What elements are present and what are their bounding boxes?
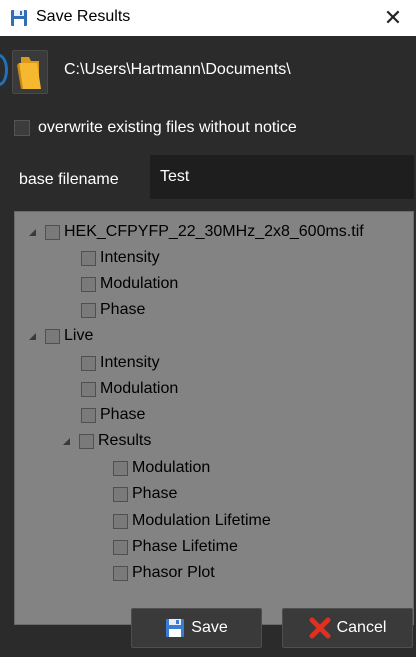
tree-node-results-phase[interactable]: Phase bbox=[113, 483, 177, 505]
window-title: Save Results bbox=[36, 8, 131, 25]
tree-checkbox[interactable] bbox=[113, 513, 128, 529]
tree-node-label: Phase bbox=[100, 301, 146, 318]
expand-triangle-icon[interactable] bbox=[25, 329, 39, 343]
tree-checkbox[interactable] bbox=[45, 224, 60, 240]
tree-node-label: Phasor Plot bbox=[132, 564, 215, 581]
tree-node-label: Live bbox=[64, 327, 94, 344]
expand-triangle-icon[interactable] bbox=[59, 434, 73, 448]
cancel-button-label: Cancel bbox=[336, 619, 387, 636]
tree-node-file-modulation[interactable]: Modulation bbox=[81, 273, 178, 295]
tree-node-results-modulation[interactable]: Modulation bbox=[113, 457, 210, 479]
tree-node-label: Phase bbox=[132, 485, 178, 502]
overwrite-label: overwrite existing files without notice bbox=[38, 119, 297, 136]
tree-checkbox[interactable] bbox=[81, 250, 96, 266]
tree-node-label: HEK_CFPYFP_22_30MHz_2x8_600ms.tif bbox=[64, 223, 364, 240]
tree-node-label: Modulation bbox=[132, 459, 211, 476]
tree-node-label: Modulation Lifetime bbox=[132, 512, 271, 529]
tree-node-results-phasor-plot[interactable]: Phasor Plot bbox=[113, 562, 215, 584]
tree-node-live-intensity[interactable]: Intensity bbox=[81, 352, 160, 374]
tree-checkbox[interactable] bbox=[113, 539, 128, 555]
tree-node-label: Phase bbox=[100, 406, 146, 423]
tree-node-results-phase-lifetime[interactable]: Phase Lifetime bbox=[113, 536, 238, 558]
tree-checkbox[interactable] bbox=[81, 355, 96, 371]
base-filename-label: base filename bbox=[19, 171, 119, 188]
cancel-button[interactable]: Cancel bbox=[282, 608, 413, 648]
overwrite-option[interactable]: overwrite existing files without notice bbox=[14, 118, 297, 138]
tree-node-label: Intensity bbox=[100, 354, 160, 371]
tree-checkbox[interactable] bbox=[81, 276, 96, 292]
expand-triangle-icon[interactable] bbox=[25, 225, 39, 239]
tree-node-label: Modulation bbox=[100, 275, 179, 292]
tree-node-label: Modulation bbox=[100, 380, 179, 397]
save-button-label: Save bbox=[191, 619, 228, 636]
tree-checkbox[interactable] bbox=[81, 381, 96, 397]
tree-node-results[interactable]: Results bbox=[59, 430, 151, 452]
save-disk-icon bbox=[165, 618, 185, 638]
cancel-x-icon bbox=[309, 617, 331, 639]
folder-icon bbox=[17, 57, 41, 89]
tree-node-live-modulation[interactable]: Modulation bbox=[81, 378, 178, 400]
dialog-body: C:\Users\Hartmann\Documents\ overwrite e… bbox=[0, 36, 416, 657]
path-display: C:\Users\Hartmann\Documents\ bbox=[64, 61, 291, 78]
tree-checkbox[interactable] bbox=[113, 486, 128, 502]
tree-node-label: Intensity bbox=[100, 249, 160, 266]
tree-node-live[interactable]: Live bbox=[25, 325, 93, 347]
tree-node-file-phase[interactable]: Phase bbox=[81, 299, 145, 321]
tree-checkbox[interactable] bbox=[81, 407, 96, 423]
tree-checkbox[interactable] bbox=[79, 433, 94, 449]
title-bar: Save Results ✕ bbox=[0, 0, 416, 36]
tree-node-file-intensity[interactable]: Intensity bbox=[81, 247, 160, 269]
browse-folder-button[interactable] bbox=[12, 50, 48, 94]
tree-node-file[interactable]: HEK_CFPYFP_22_30MHz_2x8_600ms.tif bbox=[25, 221, 364, 243]
close-button[interactable]: ✕ bbox=[370, 0, 416, 36]
edge-arc-icon bbox=[0, 54, 8, 86]
save-button[interactable]: Save bbox=[131, 608, 262, 648]
tree-checkbox[interactable] bbox=[81, 302, 96, 318]
tree-checkbox[interactable] bbox=[45, 328, 60, 344]
tree-checkbox[interactable] bbox=[113, 565, 128, 581]
tree-node-results-modulation-lifetime[interactable]: Modulation Lifetime bbox=[113, 510, 271, 532]
close-icon: ✕ bbox=[383, 5, 403, 31]
overwrite-checkbox[interactable] bbox=[14, 120, 30, 136]
tree-node-label: Results bbox=[98, 432, 152, 449]
save-disk-icon bbox=[10, 9, 28, 27]
results-tree[interactable]: HEK_CFPYFP_22_30MHz_2x8_600ms.tif Intens… bbox=[14, 211, 414, 625]
tree-node-label: Phase Lifetime bbox=[132, 538, 238, 555]
tree-node-live-phase[interactable]: Phase bbox=[81, 404, 145, 426]
tree-checkbox[interactable] bbox=[113, 460, 128, 476]
base-filename-input[interactable] bbox=[150, 155, 414, 199]
